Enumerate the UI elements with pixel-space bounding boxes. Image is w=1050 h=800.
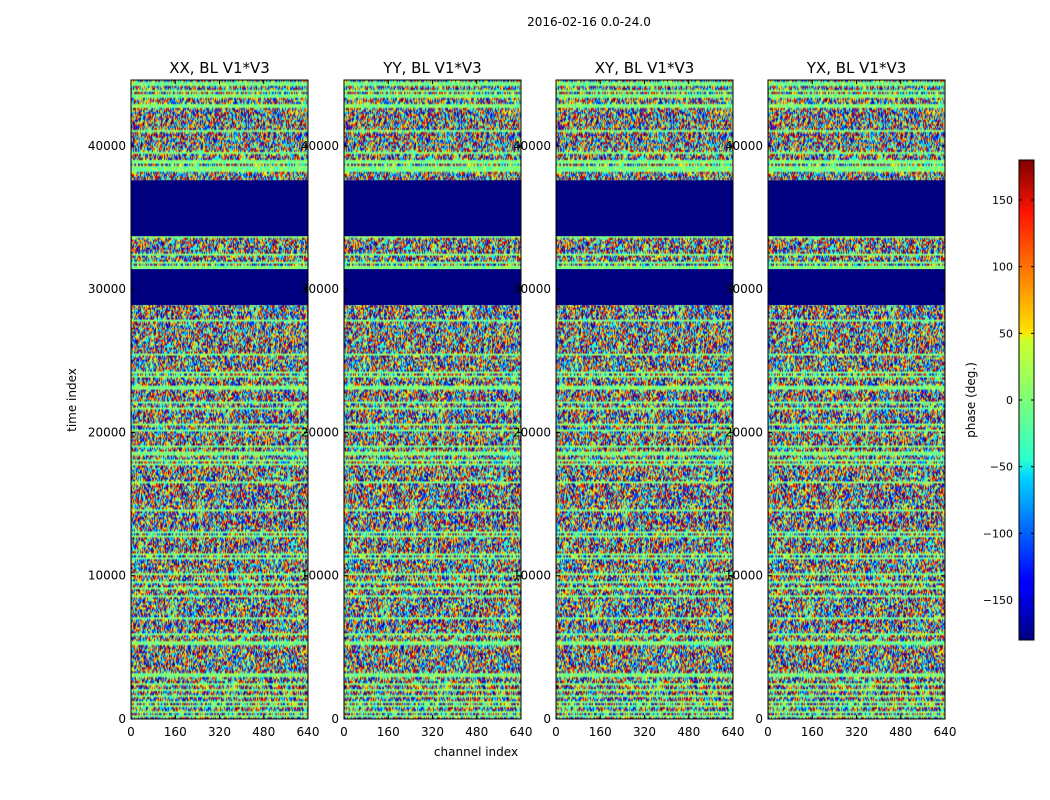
flagged-block	[556, 269, 733, 305]
phase-heatmap	[556, 80, 733, 719]
x-tick-label: 0	[127, 725, 135, 739]
colorbar-tick-label: −50	[990, 461, 1013, 474]
x-tick-label: 0	[552, 725, 560, 739]
y-tick-label: 30000	[88, 282, 126, 296]
panel-yx: YX, BL V1*V3 0 160 320 480 640 0 10000 20000 3000…	[725, 59, 957, 739]
y-tick-label: 20000	[725, 425, 763, 439]
y-tick-label: 0	[755, 712, 763, 726]
x-tick-label: 640	[297, 725, 320, 739]
panels: XX, BL V1*V3 0 160 320 480 640 0 10000 20000 3000…	[88, 59, 957, 739]
y-axis-label: time index	[65, 368, 79, 432]
y-tick-label: 0	[331, 712, 339, 726]
y-tick-label: 10000	[88, 569, 126, 583]
x-tick-label: 160	[801, 725, 824, 739]
y-tick-label: 40000	[513, 139, 551, 153]
x-tick-label: 480	[252, 725, 275, 739]
phase-heatmap	[768, 80, 945, 719]
x-axis-label: channel index	[434, 745, 518, 759]
y-tick-label: 40000	[301, 139, 339, 153]
phase-waterfall-figure: 2016-02-16 0.0-24.0 XX, BL V1*V3 0 160 320 4…	[65, 15, 1035, 759]
panel-title: YY, BL V1*V3	[382, 59, 481, 77]
flagged-block	[768, 180, 945, 237]
x-tick-label: 640	[934, 725, 957, 739]
phase-heatmap	[131, 80, 308, 719]
colorbar-tick-label: 50	[999, 327, 1013, 340]
x-tick-label: 320	[208, 725, 231, 739]
x-tick-label: 320	[633, 725, 656, 739]
flagged-block	[131, 269, 308, 305]
flagged-block	[768, 269, 945, 305]
y-tick-label: 0	[118, 712, 126, 726]
colorbar-tick-label: 100	[992, 261, 1013, 274]
x-tick-label: 480	[889, 725, 912, 739]
y-tick-label: 30000	[725, 282, 763, 296]
colorbar: 150 100 50 0 −50 −100 −150 phase (deg.)	[964, 159, 1035, 641]
x-tick-label: 0	[340, 725, 348, 739]
flagged-block	[131, 180, 308, 237]
x-tick-label: 0	[764, 725, 772, 739]
x-tick-label: 320	[421, 725, 444, 739]
colorbar-tick-label: −150	[983, 594, 1013, 607]
y-tick-label: 10000	[513, 569, 551, 583]
flagged-block	[556, 180, 733, 237]
x-tick-label: 640	[510, 725, 533, 739]
x-tick-label: 160	[164, 725, 187, 739]
figure-title: 2016-02-16 0.0-24.0	[527, 15, 651, 29]
panel-xy: XY, BL V1*V3 0 160 320 480 640 0 10000 20000 3000…	[513, 59, 745, 739]
panel-xx: XX, BL V1*V3 0 160 320 480 640 0 10000 20000 3000…	[88, 59, 320, 739]
x-tick-label: 480	[677, 725, 700, 739]
phase-heatmap	[344, 80, 521, 719]
y-tick-label: 10000	[725, 569, 763, 583]
y-tick-label: 20000	[301, 425, 339, 439]
y-tick-label: 0	[543, 712, 551, 726]
x-tick-label: 160	[589, 725, 612, 739]
panel-title: YX, BL V1*V3	[806, 59, 907, 77]
colorbar-tick-label: 150	[992, 194, 1013, 207]
y-tick-label: 20000	[513, 425, 551, 439]
colorbar-tick-label: 0	[1006, 394, 1013, 407]
y-tick-label: 30000	[513, 282, 551, 296]
x-tick-label: 320	[845, 725, 868, 739]
x-tick-label: 640	[722, 725, 745, 739]
y-tick-label: 40000	[725, 139, 763, 153]
panel-title: XY, BL V1*V3	[595, 59, 695, 77]
x-tick-label: 480	[465, 725, 488, 739]
colorbar-tick-label: −100	[983, 527, 1013, 540]
x-tick-label: 160	[377, 725, 400, 739]
y-tick-label: 20000	[88, 425, 126, 439]
panel-title: XX, BL V1*V3	[169, 59, 270, 77]
colorbar-label: phase (deg.)	[964, 362, 978, 438]
flagged-block	[344, 269, 521, 305]
y-tick-label: 10000	[301, 569, 339, 583]
flagged-block	[344, 180, 521, 237]
y-tick-label: 40000	[88, 139, 126, 153]
panel-yy: YY, BL V1*V3 0 160 320 480 640 0 10000 20000 3000…	[301, 59, 533, 739]
y-tick-label: 30000	[301, 282, 339, 296]
